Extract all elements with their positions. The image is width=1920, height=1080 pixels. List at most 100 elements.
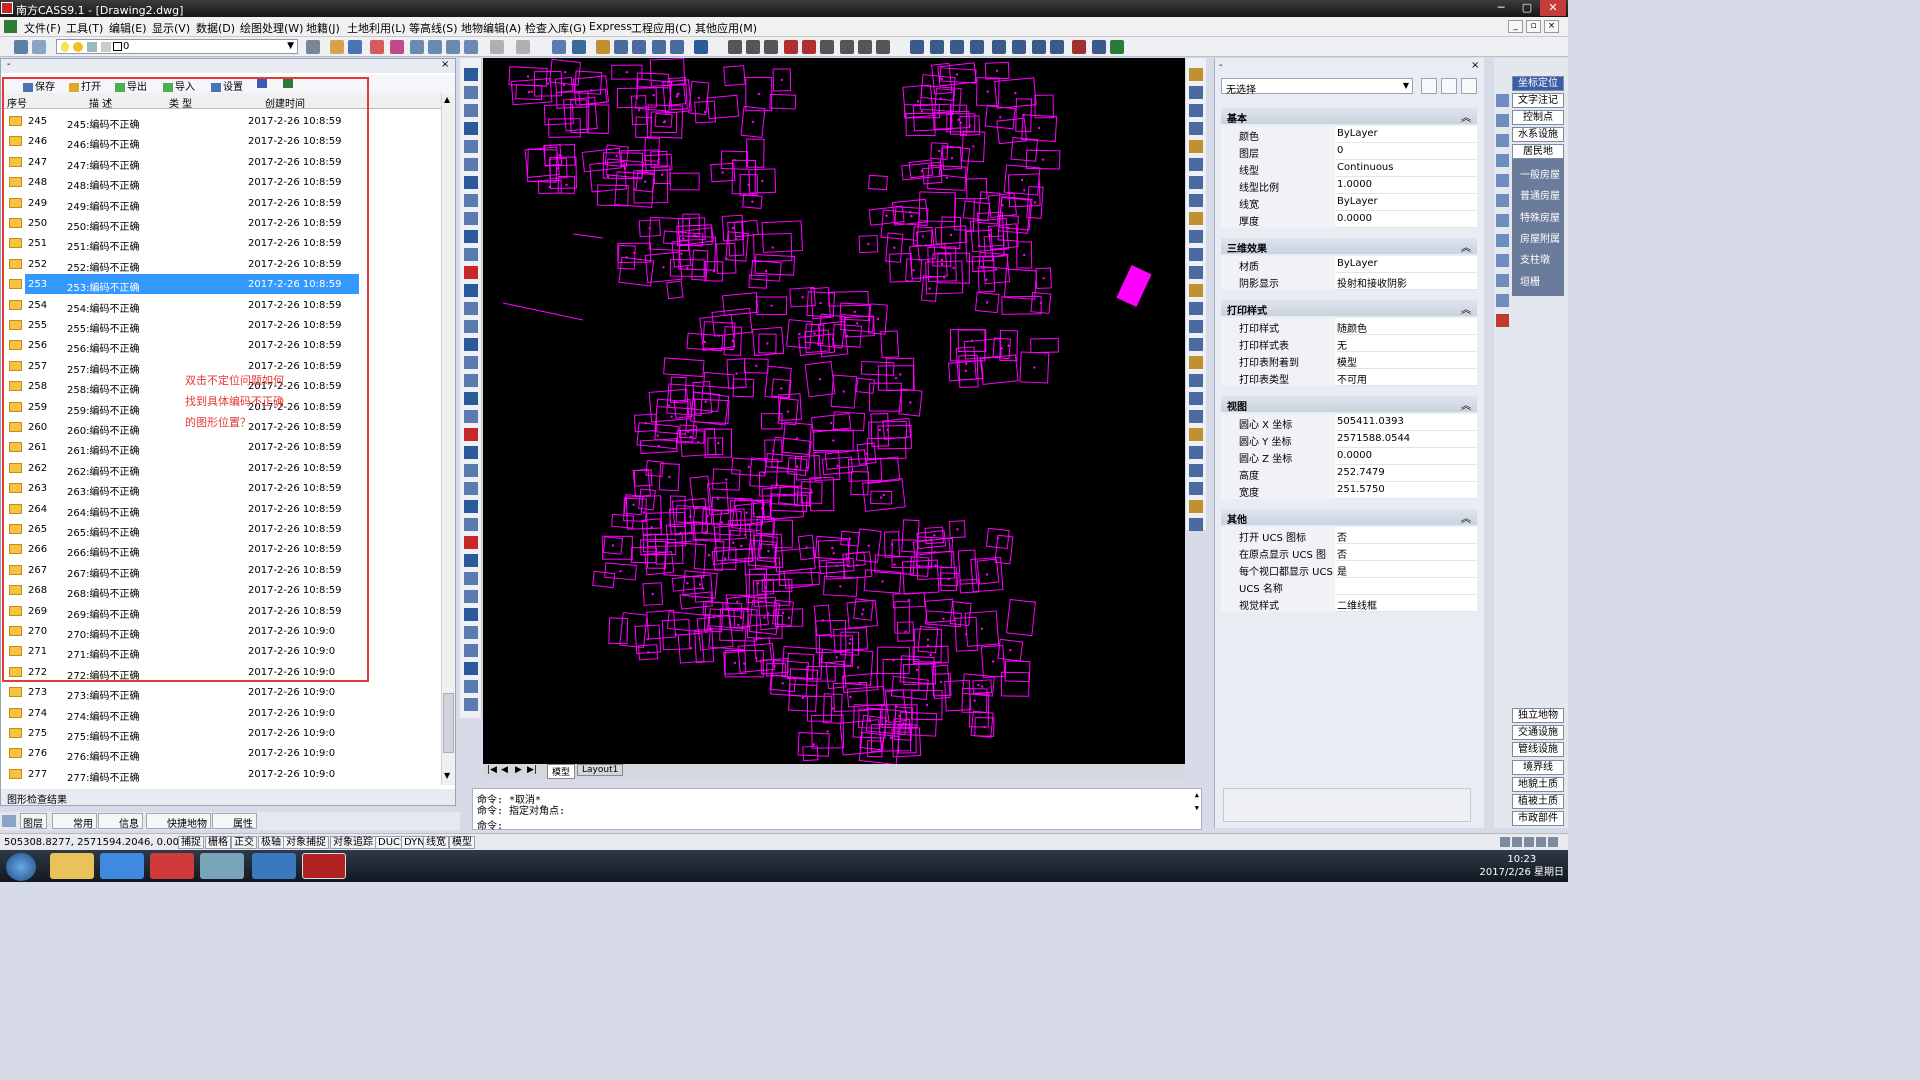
- collapse-icon[interactable]: ︽: [1461, 239, 1471, 254]
- cmd-scroll-up-icon[interactable]: ▲: [1195, 791, 1199, 799]
- draw-tool-icon[interactable]: [464, 122, 478, 135]
- cass-tool-2-icon[interactable]: [930, 40, 944, 54]
- prop-value[interactable]: 505411.0393: [1337, 416, 1475, 427]
- prop-value[interactable]: 否: [1337, 546, 1475, 561]
- prop-section-header[interactable]: 视图 ︽: [1221, 396, 1477, 413]
- menu-check[interactable]: 检查入库(G): [525, 20, 586, 36]
- draw-tool-icon[interactable]: [464, 68, 478, 81]
- modify-tool-icon[interactable]: [1189, 212, 1203, 225]
- tool-taskbar-icon[interactable]: [200, 853, 244, 879]
- status-toggle[interactable]: 极轴: [258, 836, 284, 849]
- prop-value[interactable]: ByLayer: [1337, 196, 1475, 207]
- modify-tool-icon[interactable]: [1189, 140, 1203, 153]
- modify-tool-icon[interactable]: [1189, 266, 1203, 279]
- modify-tool-icon[interactable]: [1189, 248, 1203, 261]
- cass-app-icon[interactable]: [1, 2, 13, 14]
- side-tool-icon[interactable]: [1496, 294, 1509, 307]
- cass-button[interactable]: 居民地: [1512, 144, 1564, 159]
- ie-taskbar-icon[interactable]: [100, 853, 144, 879]
- cmd-scroll-down-icon[interactable]: ▼: [1195, 804, 1199, 812]
- modify-tool-icon[interactable]: [1189, 320, 1203, 333]
- modify-tool-icon[interactable]: [1189, 464, 1203, 477]
- layers-icon[interactable]: [2, 815, 16, 827]
- prop-row[interactable]: 颜色 ByLayer: [1221, 126, 1477, 143]
- draw-tool-icon[interactable]: [464, 338, 478, 351]
- open-icon[interactable]: [330, 40, 344, 54]
- trim-icon[interactable]: [652, 40, 666, 54]
- prop-row[interactable]: 高度 252.7479: [1221, 465, 1477, 482]
- prop-row[interactable]: 每个视口都显示 UCS 是: [1221, 561, 1477, 578]
- side-tool-icon[interactable]: [1496, 154, 1509, 167]
- app-taskbar-icon[interactable]: [150, 853, 194, 879]
- prop-value[interactable]: 投射和接收阴影: [1337, 275, 1475, 290]
- status-toggle[interactable]: 正交: [231, 836, 257, 849]
- layer-select[interactable]: 0 ▼: [56, 39, 298, 54]
- prop-row[interactable]: 线型 Continuous: [1221, 160, 1477, 177]
- cass-tool-11-icon[interactable]: [1110, 40, 1124, 54]
- prop-row[interactable]: 圆心 Y 坐标 2571588.0544: [1221, 431, 1477, 448]
- prop-value[interactable]: 无: [1337, 337, 1475, 352]
- prop-value[interactable]: 否: [1337, 529, 1475, 544]
- table-row[interactable]: 275 275:编码不正确 2017-2-26 10:9:0: [1, 723, 441, 743]
- cass-tool-6-icon[interactable]: [1012, 40, 1026, 54]
- tab-quick-features[interactable]: 快捷地物: [146, 813, 211, 830]
- maximize-button[interactable]: ▢: [1514, 0, 1540, 16]
- collapse-icon[interactable]: ︽: [1461, 510, 1471, 525]
- menu-edit[interactable]: 编辑(E): [109, 20, 147, 36]
- dimension-icon[interactable]: [746, 40, 760, 54]
- cass-button[interactable]: 文字注记: [1512, 93, 1564, 108]
- draw-tool-icon[interactable]: [464, 374, 478, 387]
- feature-category[interactable]: 房屋附属: [1520, 230, 1560, 245]
- draw-tool-icon[interactable]: [464, 482, 478, 495]
- draw-tool-icon[interactable]: [464, 464, 478, 477]
- doc-restore-button[interactable]: ▫: [1526, 20, 1541, 33]
- draw-tool-icon[interactable]: [464, 320, 478, 333]
- bracket-icon[interactable]: [820, 40, 834, 54]
- prop-row[interactable]: 打印表类型 不可用: [1221, 369, 1477, 386]
- menu-express[interactable]: Express: [589, 20, 632, 33]
- menu-contour[interactable]: 等高线(S): [409, 20, 458, 36]
- corner-icon[interactable]: [840, 40, 854, 54]
- quick-select-button[interactable]: [1461, 78, 1477, 94]
- collapse-icon[interactable]: ︽: [1461, 109, 1471, 124]
- modify-tool-icon[interactable]: [1189, 410, 1203, 423]
- table-row[interactable]: 276 276:编码不正确 2017-2-26 10:9:0: [1, 743, 441, 763]
- cass-tool-4-icon[interactable]: [970, 40, 984, 54]
- draw-tool-icon[interactable]: [464, 410, 478, 423]
- layer-state-icon[interactable]: [32, 40, 46, 54]
- cass-button[interactable]: 市政部件: [1512, 811, 1564, 827]
- status-tray-icon[interactable]: [1536, 837, 1546, 847]
- status-tray-icon[interactable]: [1500, 837, 1510, 847]
- layer-manager-icon[interactable]: [14, 40, 28, 54]
- curve-icon[interactable]: [858, 40, 872, 54]
- cass-tool-10-icon[interactable]: [1092, 40, 1106, 54]
- draw-tool-icon[interactable]: [464, 104, 478, 117]
- draw-tool-icon[interactable]: [464, 446, 478, 459]
- house-red-icon[interactable]: [802, 40, 816, 54]
- menu-tools[interactable]: 工具(T): [66, 20, 103, 36]
- results-scrollbar[interactable]: ▲ ▼: [441, 93, 455, 785]
- menu-file[interactable]: 文件(F): [24, 20, 61, 36]
- prop-section-header[interactable]: 基本 ︽: [1221, 108, 1477, 125]
- side-tool-icon[interactable]: [1496, 234, 1509, 247]
- select-objects-button[interactable]: [1441, 78, 1457, 94]
- draw-tool-icon[interactable]: [464, 356, 478, 369]
- doc-minimize-button[interactable]: _: [1508, 20, 1523, 33]
- prop-row[interactable]: 视觉样式 二维线框: [1221, 595, 1477, 612]
- prop-row[interactable]: UCS 名称: [1221, 578, 1477, 595]
- start-button[interactable]: [6, 853, 36, 881]
- side-tool-icon[interactable]: [1496, 94, 1509, 107]
- prop-value[interactable]: ByLayer: [1337, 258, 1475, 269]
- draw-tool-icon[interactable]: [464, 626, 478, 639]
- status-toggle[interactable]: 模型: [449, 836, 475, 849]
- draw-tool-icon[interactable]: [464, 518, 478, 531]
- modify-tool-icon[interactable]: [1189, 176, 1203, 189]
- scroll-down-icon[interactable]: ▼: [444, 771, 450, 780]
- extend-icon[interactable]: [670, 40, 684, 54]
- table-row[interactable]: 274 274:编码不正确 2017-2-26 10:9:0: [1, 703, 441, 723]
- draw-tool-icon[interactable]: [464, 140, 478, 153]
- feature-category[interactable]: 特殊房屋: [1520, 209, 1560, 224]
- doc-close-button[interactable]: ×: [1544, 20, 1559, 33]
- collapse-icon[interactable]: ︽: [1461, 301, 1471, 316]
- prop-row[interactable]: 材质 ByLayer: [1221, 256, 1477, 273]
